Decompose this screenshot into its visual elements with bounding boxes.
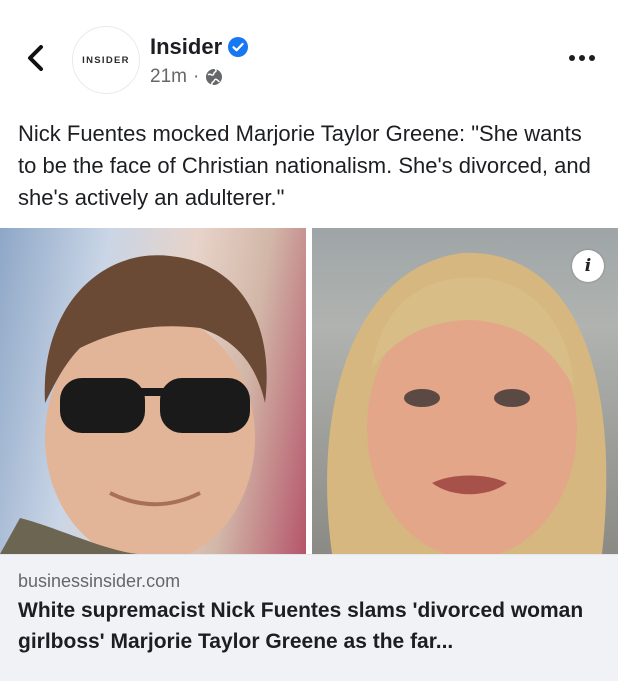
page-name[interactable]: Insider [150, 34, 222, 60]
more-horizontal-icon [569, 55, 595, 61]
globe-icon [206, 68, 223, 86]
avatar-logo-text: INSIDER [82, 54, 130, 66]
link-preview[interactable]: businessinsider.com White supremacist Ni… [0, 554, 618, 681]
page-avatar[interactable]: INSIDER [72, 26, 140, 94]
post-meta: 21m · [150, 66, 223, 88]
page-name-row: Insider [150, 34, 249, 60]
man-portrait-illustration [0, 255, 267, 554]
post-images: i [0, 228, 618, 554]
link-headline[interactable]: White supremacist Nick Fuentes slams 'di… [18, 595, 602, 657]
post-time[interactable]: 21m [150, 66, 187, 88]
photo-nick-fuentes[interactable] [0, 228, 306, 554]
back-button[interactable] [18, 40, 54, 76]
post-header: INSIDER Insider 21m · [0, 0, 618, 110]
more-options-button[interactable] [564, 44, 600, 72]
post-caption: Nick Fuentes mocked Marjorie Taylor Gree… [18, 121, 591, 210]
woman-portrait-illustration [327, 252, 607, 554]
chevron-left-icon [28, 45, 43, 71]
verified-badge-icon [228, 37, 249, 57]
link-domain: businessinsider.com [18, 571, 181, 591]
facebook-post: INSIDER Insider 21m · Nick Fuentes mocke… [0, 0, 618, 681]
info-icon[interactable]: i [572, 250, 604, 282]
photo-marjorie-taylor-greene[interactable]: i [312, 228, 618, 554]
meta-separator: · [192, 66, 200, 87]
